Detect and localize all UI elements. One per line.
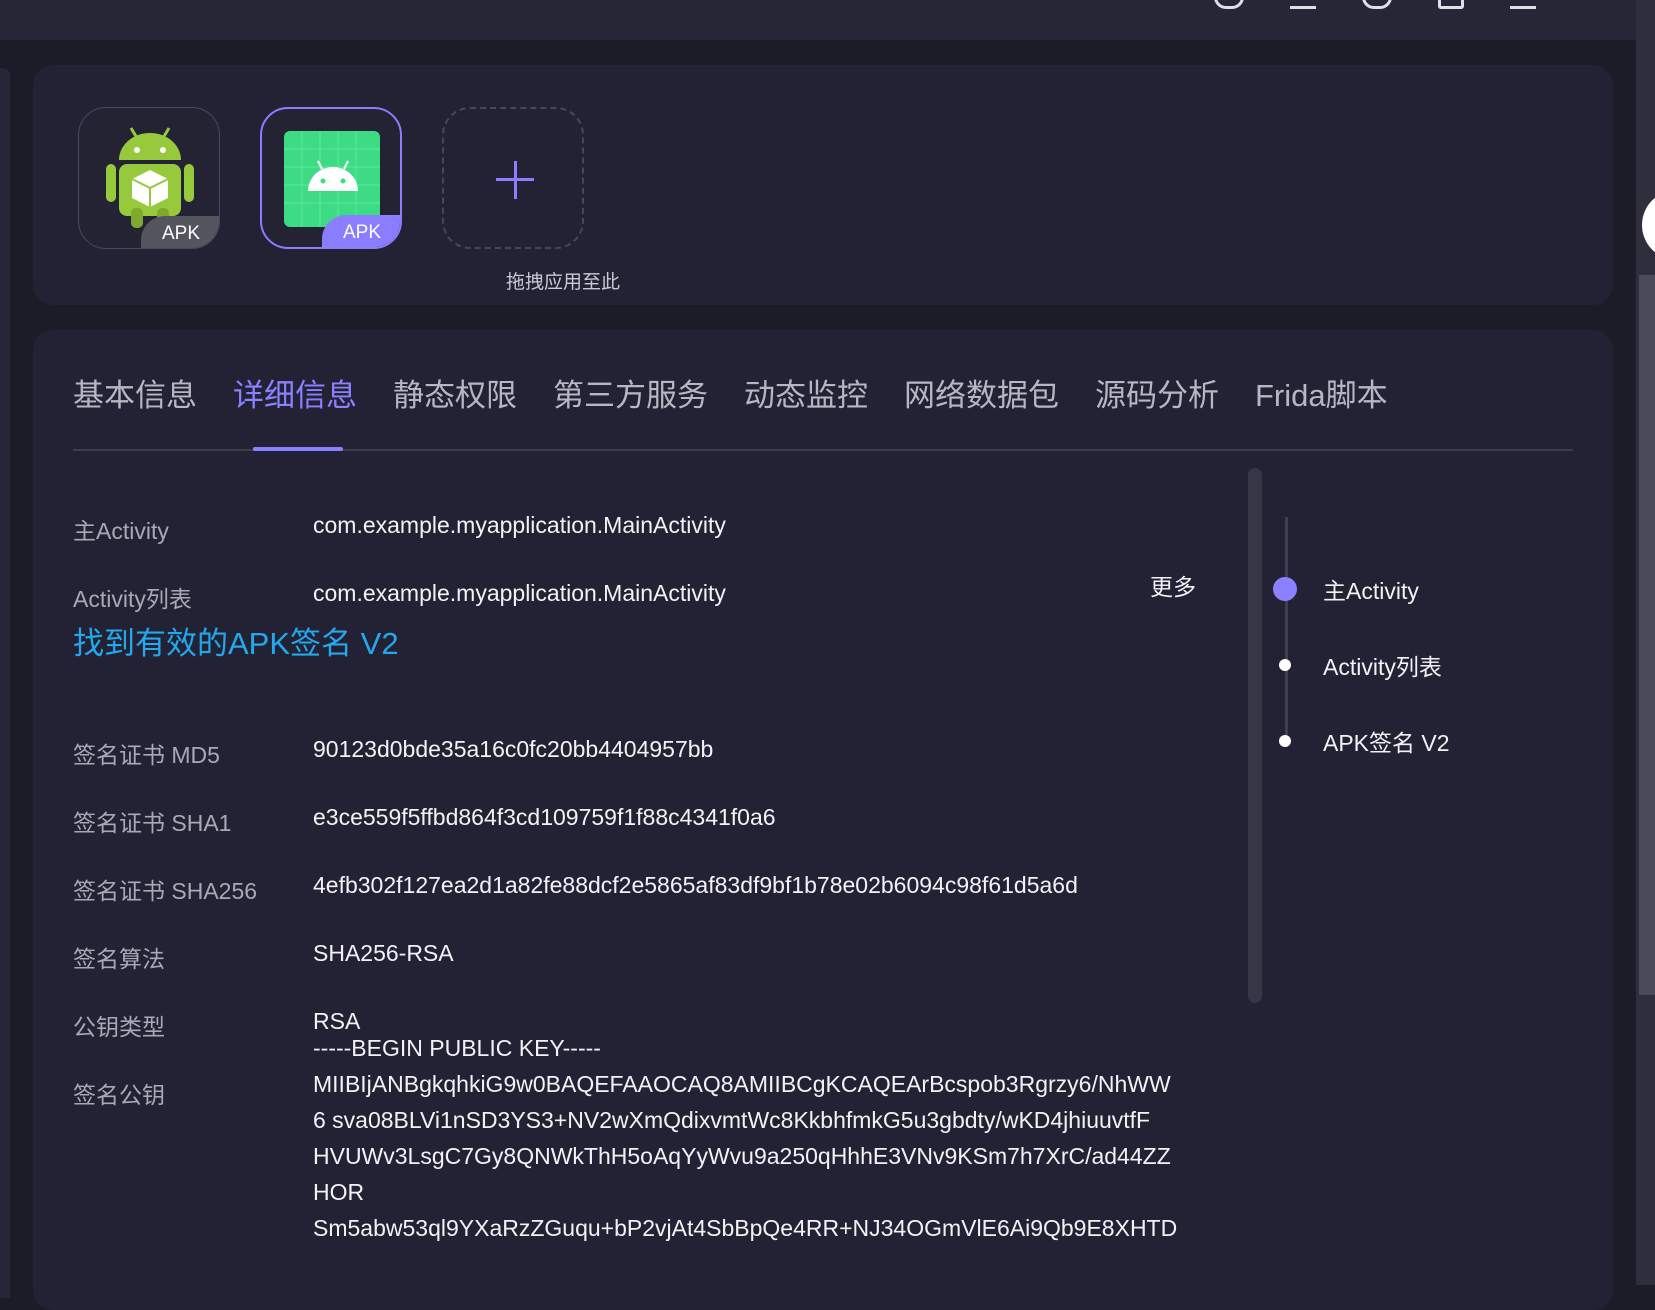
scrollbar-thumb[interactable] <box>1639 275 1655 995</box>
anchor-dot <box>1279 735 1291 747</box>
app-tile-android-studio[interactable]: APK <box>260 107 402 249</box>
field-label: 公钥类型 <box>73 1014 165 1040</box>
anchor-dot <box>1279 659 1291 671</box>
tab-dynamic-monitoring[interactable]: 动态监控 <box>744 370 868 415</box>
clipboard-icon[interactable] <box>1438 0 1464 9</box>
tab-detail-info[interactable]: 详细信息 <box>233 370 357 415</box>
window-icon[interactable] <box>1510 0 1536 9</box>
field-label: 签名证书 SHA1 <box>73 810 232 836</box>
field-value: 4efb302f127ea2d1a82fe88dcf2e5865af83df9b… <box>313 872 1078 898</box>
app-detail-card: 基本信息 详细信息 静态权限 第三方服务 动态监控 网络数据包 源码分析 Fri… <box>33 330 1613 1310</box>
tab-bar: 基本信息 详细信息 静态权限 第三方服务 动态监控 网络数据包 源码分析 Fri… <box>73 370 1424 415</box>
anchor-activity-list[interactable]: Activity列表 <box>1273 648 1442 682</box>
window-scrollbar[interactable] <box>1636 0 1655 1285</box>
add-app-dropzone[interactable] <box>442 107 584 249</box>
anchor-label: APK签名 V2 <box>1323 730 1450 756</box>
tab-frida-scripts[interactable]: Frida脚本 <box>1255 370 1388 415</box>
anchor-label: Activity列表 <box>1323 654 1442 680</box>
top-bar <box>0 0 1636 40</box>
tab-basic-info[interactable]: 基本信息 <box>73 370 197 415</box>
anchor-rail <box>1285 517 1288 742</box>
anchor-dot-active <box>1273 577 1297 601</box>
left-panel-edge <box>0 68 10 1298</box>
public-key-line: 6 sva08BLVi1nSD3YS3+NV2wXmQdixvmtWc8Kkbh… <box>313 1107 1151 1133</box>
more-activities-link[interactable]: 更多 <box>1150 568 1196 602</box>
anchor-label: 主Activity <box>1323 578 1419 604</box>
tab-third-party-services[interactable]: 第三方服务 <box>553 370 708 415</box>
field-value: e3ce559f5ffbd864f3cd109759f1f88c4341f0a6 <box>313 804 776 830</box>
toolbar-icons <box>1214 0 1536 9</box>
apk-badge: APK <box>141 216 219 248</box>
public-key-line: HVUWv3LsgC7Gy8QNWkThH5oAqYyWvu9a250qHhhE… <box>313 1143 1171 1169</box>
dropzone-label: 拖拽应用至此 <box>505 272 620 293</box>
tab-source-analysis[interactable]: 源码分析 <box>1095 370 1219 415</box>
refresh-icon[interactable] <box>1214 0 1244 9</box>
signature-section-title: 找到有效的APK签名 V2 <box>73 626 399 661</box>
tab-network-packets[interactable]: 网络数据包 <box>904 370 1059 415</box>
pin-icon[interactable] <box>1290 0 1316 9</box>
plus-icon-vertical <box>513 161 517 199</box>
tab-static-permissions[interactable]: 静态权限 <box>393 370 517 415</box>
field-value: SHA256-RSA <box>313 940 454 966</box>
field-label: 签名公钥 <box>73 1082 165 1108</box>
public-key-line: -----BEGIN PUBLIC KEY----- <box>313 1035 601 1061</box>
side-handle[interactable] <box>1642 190 1655 260</box>
public-key-line: MIIBIjANBgkqhkiG9w0BAQEFAAOCAQ8AMIIBCgKC… <box>313 1071 1171 1097</box>
field-label: 签名证书 SHA256 <box>73 878 258 904</box>
anchor-main-activity[interactable]: 主Activity <box>1273 572 1419 606</box>
active-tab-indicator <box>253 447 343 451</box>
field-value: 90123d0bde35a16c0fc20bb4404957bb <box>313 736 714 762</box>
field-value: com.example.myapplication.MainActivity <box>313 580 726 606</box>
field-label: 签名算法 <box>73 946 165 972</box>
apk-badge: APK <box>322 215 400 247</box>
field-label: 主Activity <box>73 518 169 544</box>
app-picker-card: APK APK 拖拽应用至此 <box>33 65 1613 305</box>
field-value: com.example.myapplication.MainActivity <box>313 512 726 538</box>
anchor-apk-signature-v2[interactable]: APK签名 V2 <box>1273 724 1450 758</box>
field-label: 签名证书 MD5 <box>73 742 220 768</box>
help-icon[interactable] <box>1362 0 1392 9</box>
detail-scrollbar[interactable] <box>1248 468 1262 1003</box>
public-key-block: -----BEGIN PUBLIC KEY----- MIIBIjANBgkqh… <box>313 1030 1293 1246</box>
field-label: Activity列表 <box>73 586 192 612</box>
public-key-line: HOR <box>313 1179 365 1205</box>
app-tile-android-package[interactable]: APK <box>78 107 220 249</box>
public-key-line: Sm5abw53ql9YXaRzZGuqu+bP2vjAt4SbBpQe4RR+… <box>313 1215 1178 1241</box>
